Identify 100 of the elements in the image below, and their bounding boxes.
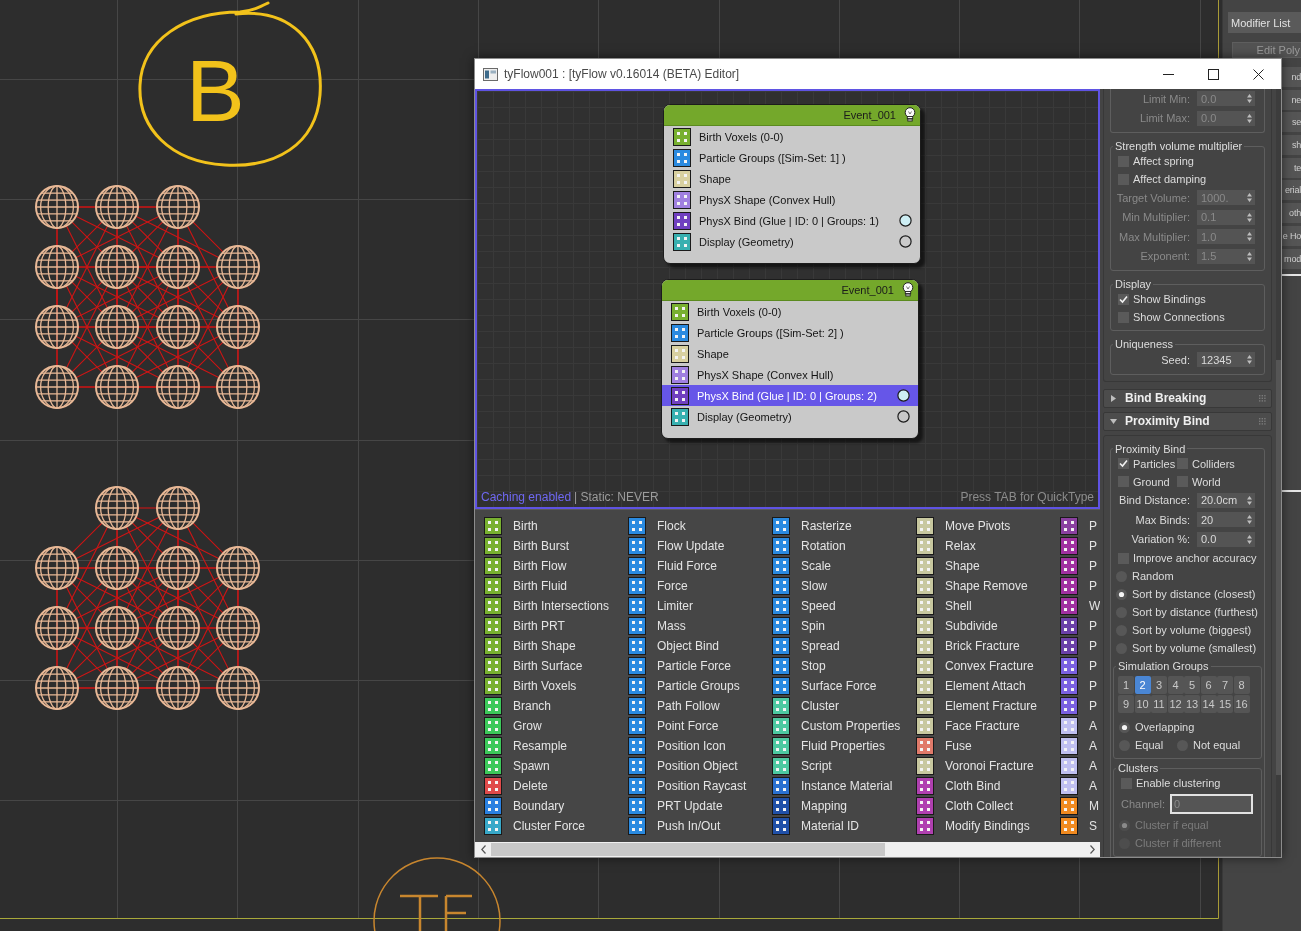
operator-item[interactable]: Brick Fracture	[916, 636, 1060, 656]
operator-item[interactable]: Cluster	[772, 696, 916, 716]
modifier-stack-item[interactable]: ne	[1282, 89, 1301, 110]
operator-item[interactable]: P	[1060, 676, 1101, 696]
operator-item[interactable]: Fluid Properties	[772, 736, 916, 756]
event-operator[interactable]: Birth Voxels (0-0)	[662, 301, 918, 322]
operator-item[interactable]: Flock	[628, 516, 772, 536]
group-toggle[interactable]: 8	[1233, 676, 1250, 694]
operator-item[interactable]: Limiter	[628, 596, 772, 616]
scrollbar-thumb[interactable]	[1276, 360, 1281, 775]
modifier-stack-item[interactable]: sh	[1282, 135, 1301, 156]
operator-item[interactable]: Position Object	[628, 756, 772, 776]
operator-item[interactable]: P	[1060, 556, 1101, 576]
operator-item[interactable]: PRT Update	[628, 796, 772, 816]
operator-item[interactable]: Boundary	[484, 796, 628, 816]
group-toggle[interactable]: 1	[1118, 676, 1134, 694]
event-operator[interactable]: Display (Geometry)	[662, 406, 918, 427]
operator-item[interactable]: Birth Surface	[484, 656, 628, 676]
node-graph-canvas[interactable]	[475, 89, 1100, 509]
event-operator[interactable]: PhysX Bind (Glue | ID: 0 | Groups: 2)	[662, 385, 918, 406]
group-toggle[interactable]: 6	[1200, 676, 1217, 694]
event-operator[interactable]: Display (Geometry)	[664, 231, 920, 252]
operator-item[interactable]: Spin	[772, 616, 916, 636]
modifier-stack-item[interactable]: mod	[1282, 248, 1301, 269]
lightbulb-icon[interactable]	[904, 107, 916, 123]
event-node[interactable]: Event_001 Birth Voxels (0-0) Particle Groups ([Sim-Set: 2] ) Shape PhysX Shape (Convex Hull) PhysX Bind (Glue | ID: 0 | Groups: 2) Display (Geometry)	[661, 279, 919, 439]
operator-item[interactable]: Branch	[484, 696, 628, 716]
operator-item[interactable]: Birth Shape	[484, 636, 628, 656]
modifier-stack-item[interactable]: te	[1282, 157, 1301, 178]
operator-item[interactable]: Birth Flow	[484, 556, 628, 576]
operator-item[interactable]: Cloth Collect	[916, 796, 1060, 816]
operator-item[interactable]: Spread	[772, 636, 916, 656]
horizontal-scrollbar[interactable]	[475, 842, 1100, 857]
operator-item[interactable]: Relax	[916, 536, 1060, 556]
operator-item[interactable]: Surface Force	[772, 676, 916, 696]
event-operator[interactable]: PhysX Bind (Glue | ID: 0 | Groups: 1)	[664, 210, 920, 231]
modifier-stack-item[interactable]: nd	[1282, 67, 1301, 87]
operator-item[interactable]: Birth PRT	[484, 616, 628, 636]
operator-item[interactable]: P	[1060, 656, 1101, 676]
operator-item[interactable]: Fluid Force	[628, 556, 772, 576]
operator-item[interactable]: P	[1060, 516, 1101, 536]
spinner-arrows-icon[interactable]	[1247, 495, 1252, 505]
operator-item[interactable]: Element Fracture	[916, 696, 1060, 716]
group-toggle[interactable]: 10	[1134, 695, 1151, 713]
operator-item[interactable]: Birth Fluid	[484, 576, 628, 596]
group-toggle[interactable]: 5	[1184, 676, 1200, 694]
group-toggle[interactable]: 4	[1167, 676, 1184, 694]
operator-item[interactable]: A	[1060, 776, 1101, 796]
operator-item[interactable]: P	[1060, 576, 1101, 596]
operator-item[interactable]: Instance Material	[772, 776, 916, 796]
operator-item[interactable]: Move Pivots	[916, 516, 1060, 536]
operator-item[interactable]: P	[1060, 616, 1101, 636]
operator-item[interactable]: Rasterize	[772, 516, 916, 536]
socket-icon[interactable]	[899, 214, 912, 227]
modifier-stack-item[interactable]: oth	[1282, 203, 1301, 224]
operator-item[interactable]: Flow Update	[628, 536, 772, 556]
group-toggle[interactable]: 12	[1167, 695, 1184, 713]
group-toggle[interactable]: 15	[1217, 695, 1233, 713]
operator-item[interactable]: Voronoi Fracture	[916, 756, 1060, 776]
rollout-header[interactable]: Proximity Bind	[1103, 411, 1272, 431]
socket-icon[interactable]	[899, 235, 912, 248]
event-operator[interactable]: Shape	[664, 168, 920, 189]
operator-item[interactable]: Custom Properties	[772, 716, 916, 736]
operator-item[interactable]: Position Icon	[628, 736, 772, 756]
operator-item[interactable]: Birth Voxels	[484, 676, 628, 696]
operator-item[interactable]: Resample	[484, 736, 628, 756]
socket-icon[interactable]	[897, 389, 910, 402]
operator-item[interactable]: Shell	[916, 596, 1060, 616]
event-operator[interactable]: Particle Groups ([Sim-Set: 2] )	[662, 322, 918, 343]
operator-item[interactable]: Push In/Out	[628, 816, 772, 836]
scrollbar-thumb[interactable]	[491, 843, 885, 856]
operator-item[interactable]: P	[1060, 536, 1101, 556]
operator-item[interactable]: Cloth Bind	[916, 776, 1060, 796]
spinner-arrows-icon[interactable]	[1247, 534, 1252, 544]
operator-item[interactable]: Mapping	[772, 796, 916, 816]
operator-item[interactable]: W	[1060, 596, 1101, 616]
grip-icon[interactable]	[1259, 394, 1266, 402]
group-toggle[interactable]: 3	[1151, 676, 1167, 694]
operator-item[interactable]: Object Bind	[628, 636, 772, 656]
modifier-stack-item[interactable]: erial	[1282, 180, 1301, 201]
group-toggle[interactable]: 9	[1118, 695, 1134, 713]
operator-item[interactable]: Stop	[772, 656, 916, 676]
operator-item[interactable]: Position Raycast	[628, 776, 772, 796]
rollout-header[interactable]: Bind Breaking	[1103, 388, 1272, 408]
spinner-arrows-icon[interactable]	[1247, 515, 1252, 525]
vertical-scrollbar[interactable]	[1276, 89, 1281, 857]
operator-item[interactable]: Path Follow	[628, 696, 772, 716]
group-toggle[interactable]: 13	[1184, 695, 1200, 713]
operator-item[interactable]: Cluster Force	[484, 816, 628, 836]
operator-item[interactable]: P	[1060, 696, 1101, 716]
operator-item[interactable]: Shape	[916, 556, 1060, 576]
operator-item[interactable]: Spawn	[484, 756, 628, 776]
modifier-stack-item[interactable]: se	[1282, 112, 1301, 133]
operator-item[interactable]: P	[1060, 636, 1101, 656]
operator-item[interactable]: Grow	[484, 716, 628, 736]
operator-item[interactable]: A	[1060, 756, 1101, 776]
operator-item[interactable]: Point Force	[628, 716, 772, 736]
socket-icon[interactable]	[897, 410, 910, 423]
operator-item[interactable]: M	[1060, 796, 1101, 816]
operator-item[interactable]: Birth Intersections	[484, 596, 628, 616]
